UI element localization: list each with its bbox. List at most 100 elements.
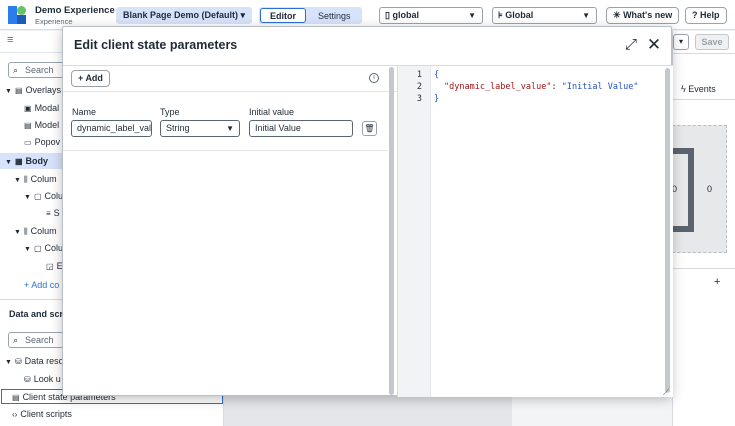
help-button[interactable]: ? Help bbox=[685, 7, 727, 24]
param-initial-value-input[interactable]: Initial Value bbox=[249, 120, 353, 137]
button-icon: ◲ bbox=[46, 262, 54, 271]
tab-settings[interactable]: Settings bbox=[308, 8, 361, 23]
resize-handle-icon[interactable]: ⟋ bbox=[663, 387, 669, 398]
param-name-value: dynamic_label_value bbox=[77, 123, 152, 133]
chevron-down-icon: ▼ bbox=[226, 124, 234, 133]
caret-down-icon: ▼ bbox=[24, 194, 31, 201]
line-number: 3 bbox=[416, 94, 422, 104]
tree-item-label: Data reso bbox=[24, 356, 64, 366]
trash-icon: 🗑 bbox=[364, 124, 375, 133]
divider bbox=[63, 150, 388, 151]
tree-item-popover[interactable]: ▭ Popov bbox=[24, 135, 60, 149]
divider bbox=[63, 91, 398, 92]
caret-down-icon: ▼ bbox=[24, 246, 31, 253]
whats-new-label: What's new bbox=[623, 10, 673, 20]
database-icon: ⛁ bbox=[24, 375, 31, 384]
app-title: Demo Experience bbox=[35, 5, 115, 16]
delete-parameter-button[interactable]: 🗑 bbox=[362, 121, 377, 136]
page-name: Blank Page Demo (Default) bbox=[123, 10, 239, 20]
code-close-brace: } bbox=[434, 94, 440, 104]
app-subtitle: Experience bbox=[35, 17, 73, 26]
state-icon: ▤ bbox=[12, 393, 20, 402]
save-button[interactable]: Save bbox=[695, 34, 729, 50]
tree-item-label: Modal bbox=[34, 103, 60, 113]
tree-item-label: Colum bbox=[30, 226, 57, 236]
app-select[interactable]: ⊧ Global ▼ bbox=[492, 7, 597, 24]
grid-icon: ▦ bbox=[14, 157, 23, 166]
code-open-brace: { bbox=[434, 70, 440, 80]
type-column-label: Type bbox=[160, 107, 180, 117]
hierarchy-icon: ⊧ bbox=[498, 10, 503, 20]
editor-scrollbar[interactable] bbox=[665, 68, 670, 393]
search-icon: ⌕ bbox=[13, 335, 19, 345]
tree-item-label: Body bbox=[25, 156, 49, 166]
caret-down-icon: ▼ bbox=[5, 159, 12, 166]
left-pane-scrollbar[interactable] bbox=[389, 67, 394, 395]
tree-item-label: Colu bbox=[44, 243, 64, 253]
whats-new-button[interactable]: ✳ What's new bbox=[606, 7, 680, 24]
chevron-down-icon: ▼ bbox=[582, 11, 590, 20]
database-icon: ⛁ bbox=[14, 357, 22, 366]
help-label: Help bbox=[700, 10, 720, 20]
tree-item-button[interactable]: ◲ E bbox=[46, 259, 63, 273]
chevron-down-icon[interactable]: ▾ bbox=[673, 34, 689, 50]
scope-select[interactable]: ▯ global ▼ bbox=[379, 7, 483, 24]
param-initial-value: Initial Value bbox=[255, 123, 301, 133]
tree-item-client-scripts[interactable]: ‹› Client scripts bbox=[12, 407, 72, 421]
text-icon: ≡ bbox=[46, 209, 51, 218]
tree-item-stylized-text[interactable]: ≡ S bbox=[46, 206, 60, 220]
param-name-input[interactable]: dynamic_label_value bbox=[71, 120, 152, 137]
tab-events-label: Events bbox=[688, 84, 716, 94]
modal-icon: ▣ bbox=[24, 104, 32, 113]
tree-item-label: Look u bbox=[33, 374, 61, 384]
tree-item-columns[interactable]: ▼ ⫼ Colum bbox=[14, 224, 57, 238]
data-section-title: Data and scr bbox=[9, 309, 64, 319]
sparkle-icon: ✳ bbox=[613, 10, 621, 20]
page-icon: ▯ bbox=[385, 10, 390, 20]
tree-item-label: Overlays bbox=[25, 85, 62, 95]
canvas-bottom bbox=[224, 396, 512, 426]
menu-icon[interactable]: ≡ bbox=[7, 34, 13, 46]
close-icon[interactable]: ✕ bbox=[645, 36, 663, 54]
add-component-link[interactable]: + Add co bbox=[24, 278, 59, 292]
modal-title: Edit client state parameters bbox=[74, 38, 238, 52]
tree-item-label: Colum bbox=[30, 174, 57, 184]
expand-icon[interactable]: ⤢ bbox=[622, 36, 640, 54]
info-icon[interactable]: i bbox=[369, 73, 379, 83]
tree-item-label: Popov bbox=[34, 137, 61, 147]
preview-value: 0 bbox=[707, 184, 713, 194]
param-type-select[interactable]: String ▼ bbox=[160, 120, 240, 137]
search-placeholder: Search bbox=[25, 65, 54, 75]
help-icon: ? bbox=[692, 10, 698, 20]
tree-item-column[interactable]: ▼ ▢ Colu bbox=[24, 241, 63, 255]
divider bbox=[673, 99, 735, 100]
tree-item-column[interactable]: ▼ ▢ Colu bbox=[24, 189, 63, 203]
app-select-value: Global bbox=[505, 10, 534, 20]
json-editor[interactable]: 1 2 3 { "dynamic_label_value": "Initial … bbox=[398, 66, 673, 397]
chevron-down-icon: ▼ bbox=[468, 11, 476, 20]
json-colon: : bbox=[551, 82, 562, 92]
tab-editor[interactable]: Editor bbox=[260, 8, 306, 23]
tree-item-body[interactable]: ▼ ▦ Body bbox=[5, 154, 48, 168]
tree-item-modal[interactable]: ▣ Modal bbox=[24, 101, 59, 115]
tree-item-columns[interactable]: ▼ ⫼ Colum bbox=[14, 172, 57, 186]
tree-item-lookup[interactable]: ⛁ Look u bbox=[24, 372, 61, 386]
json-value: "Initial Value" bbox=[561, 82, 639, 92]
tree-item-overlays[interactable]: ▼ ▤ Overlays bbox=[5, 83, 61, 97]
tree-item-data-resources[interactable]: ▼ ⛁ Data reso bbox=[5, 354, 64, 368]
json-key: "dynamic_label_value" bbox=[444, 82, 552, 92]
add-component-label: Add co bbox=[31, 280, 60, 290]
page-selector[interactable]: Blank Page Demo (Default) ▾ bbox=[116, 7, 253, 24]
divider bbox=[673, 53, 735, 54]
scope-select-value: global bbox=[392, 10, 419, 20]
add-parameter-button[interactable]: + Add bbox=[71, 70, 110, 87]
tab-events[interactable]: ϟ Events bbox=[681, 84, 716, 94]
line-number: 1 bbox=[416, 70, 422, 80]
tree-item-model[interactable]: ▤ Model bbox=[24, 118, 59, 132]
popover-icon: ▭ bbox=[24, 138, 32, 147]
columns-icon: ⫼ bbox=[23, 175, 28, 184]
caret-down-icon: ▼ bbox=[5, 359, 12, 366]
line-number-gutter: 1 2 3 bbox=[398, 66, 431, 397]
tree-item-label: Colu bbox=[44, 191, 64, 201]
add-icon[interactable]: + bbox=[714, 276, 720, 288]
